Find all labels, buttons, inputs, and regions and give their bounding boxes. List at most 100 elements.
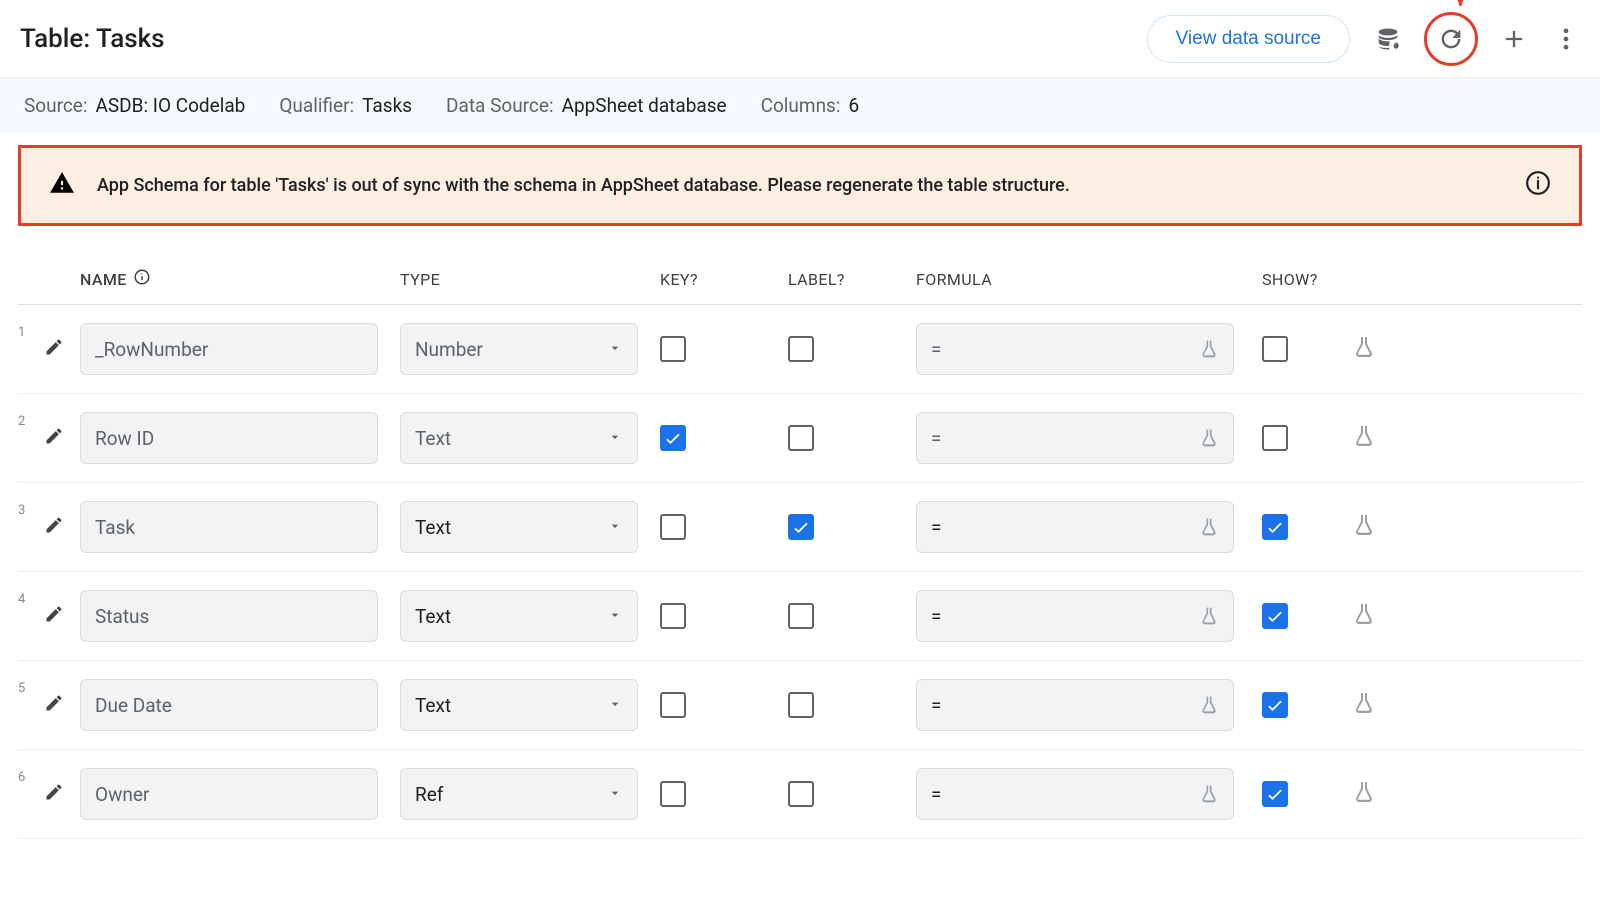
qualifier-value: Tasks [362, 94, 412, 117]
header-type: TYPE [400, 270, 660, 289]
column-type-select[interactable]: Text [400, 501, 638, 553]
label-checkbox[interactable] [788, 336, 814, 362]
show-checkbox[interactable] [1262, 692, 1288, 718]
row-number: 4 [18, 590, 44, 607]
header-name: NAME [80, 270, 127, 289]
column-name-field[interactable]: Status [80, 590, 378, 642]
formula-field[interactable]: = [916, 323, 1234, 375]
key-checkbox[interactable] [660, 336, 686, 362]
show-checkbox[interactable] [1262, 514, 1288, 540]
storage-settings-icon[interactable] [1374, 25, 1402, 53]
edit-column-button[interactable] [44, 337, 80, 361]
column-name-field[interactable]: Owner [80, 768, 378, 820]
key-checkbox[interactable] [660, 781, 686, 807]
column-name-field[interactable]: Task [80, 501, 378, 553]
formula-field[interactable]: = [916, 768, 1234, 820]
beaker-icon[interactable] [1352, 780, 1376, 804]
header-label: LABEL? [788, 270, 916, 289]
beaker-icon [1199, 606, 1219, 626]
columns-region: NAME TYPE KEY? LABEL? FORMULA SHOW? 1 _R… [0, 238, 1600, 859]
column-row: 5 Due Date Text = [18, 661, 1582, 750]
column-row: 6 Owner Ref = [18, 750, 1582, 839]
show-checkbox[interactable] [1262, 603, 1288, 629]
schema-warning-banner: App Schema for table 'Tasks' is out of s… [18, 145, 1582, 226]
column-row: 2 Row ID Text = [18, 394, 1582, 483]
edit-column-button[interactable] [44, 426, 80, 450]
info-icon[interactable] [133, 268, 151, 290]
info-icon[interactable] [1525, 170, 1551, 201]
key-checkbox[interactable] [660, 514, 686, 540]
column-row: 4 Status Text = [18, 572, 1582, 661]
beaker-icon[interactable] [1352, 513, 1376, 537]
warning-message: App Schema for table 'Tasks' is out of s… [97, 175, 1503, 196]
beaker-icon[interactable] [1352, 335, 1376, 359]
refresh-icon [1437, 25, 1465, 53]
edit-column-button[interactable] [44, 782, 80, 806]
label-checkbox[interactable] [788, 692, 814, 718]
label-checkbox[interactable] [788, 514, 814, 540]
key-checkbox[interactable] [660, 692, 686, 718]
show-checkbox[interactable] [1262, 336, 1288, 362]
column-row: 1 _RowNumber Number = [18, 305, 1582, 394]
label-checkbox[interactable] [788, 781, 814, 807]
header-key: KEY? [660, 270, 788, 289]
row-number: 6 [18, 768, 44, 785]
chevron-down-icon [607, 694, 623, 717]
formula-field[interactable]: = [916, 501, 1234, 553]
columns-label: Columns: [761, 94, 841, 117]
annotation-arrow [1436, 0, 1481, 19]
header: Table: Tasks View data source [0, 0, 1600, 78]
chevron-down-icon [607, 783, 623, 806]
column-type-select[interactable]: Number [400, 323, 638, 375]
add-button[interactable] [1500, 25, 1528, 53]
column-type-select[interactable]: Ref [400, 768, 638, 820]
column-headers: NAME TYPE KEY? LABEL? FORMULA SHOW? [18, 258, 1582, 305]
datasource-value: AppSheet database [562, 94, 727, 117]
page-title: Table: Tasks [20, 24, 165, 54]
beaker-icon[interactable] [1352, 424, 1376, 448]
chevron-down-icon [607, 516, 623, 539]
formula-field[interactable]: = [916, 679, 1234, 731]
show-checkbox[interactable] [1262, 781, 1288, 807]
key-checkbox[interactable] [660, 425, 686, 451]
edit-column-button[interactable] [44, 604, 80, 628]
beaker-icon[interactable] [1352, 691, 1376, 715]
beaker-icon [1199, 428, 1219, 448]
beaker-icon [1199, 517, 1219, 537]
header-actions [1374, 14, 1580, 64]
formula-field[interactable]: = [916, 590, 1234, 642]
column-type-select[interactable]: Text [400, 412, 638, 464]
label-checkbox[interactable] [788, 603, 814, 629]
qualifier-label: Qualifier: [279, 94, 354, 117]
show-checkbox[interactable] [1262, 425, 1288, 451]
regenerate-button[interactable] [1426, 14, 1476, 64]
warning-icon [49, 170, 75, 201]
chevron-down-icon [607, 605, 623, 628]
column-name-field[interactable]: Row ID [80, 412, 378, 464]
view-data-source-button[interactable]: View data source [1147, 15, 1350, 63]
column-type-select[interactable]: Text [400, 679, 638, 731]
column-type-select[interactable]: Text [400, 590, 638, 642]
column-name-field[interactable]: _RowNumber [80, 323, 378, 375]
beaker-icon[interactable] [1352, 602, 1376, 626]
datasource-label: Data Source: [446, 94, 554, 117]
header-show: SHOW? [1262, 270, 1352, 289]
column-name-field[interactable]: Due Date [80, 679, 378, 731]
formula-field[interactable]: = [916, 412, 1234, 464]
key-checkbox[interactable] [660, 603, 686, 629]
source-value: ASDB: IO Codelab [95, 94, 245, 117]
header-formula: FORMULA [916, 270, 1262, 289]
beaker-icon [1199, 784, 1219, 804]
edit-column-button[interactable] [44, 515, 80, 539]
row-number: 3 [18, 501, 44, 518]
chevron-down-icon [607, 338, 623, 361]
row-number: 1 [18, 323, 44, 340]
chevron-down-icon [607, 427, 623, 450]
more-menu-button[interactable] [1552, 25, 1580, 53]
source-label: Source: [24, 94, 87, 117]
beaker-icon [1199, 339, 1219, 359]
row-number: 5 [18, 679, 44, 696]
edit-column-button[interactable] [44, 693, 80, 717]
table-meta-bar: Source:ASDB: IO Codelab Qualifier:Tasks … [0, 78, 1600, 133]
label-checkbox[interactable] [788, 425, 814, 451]
